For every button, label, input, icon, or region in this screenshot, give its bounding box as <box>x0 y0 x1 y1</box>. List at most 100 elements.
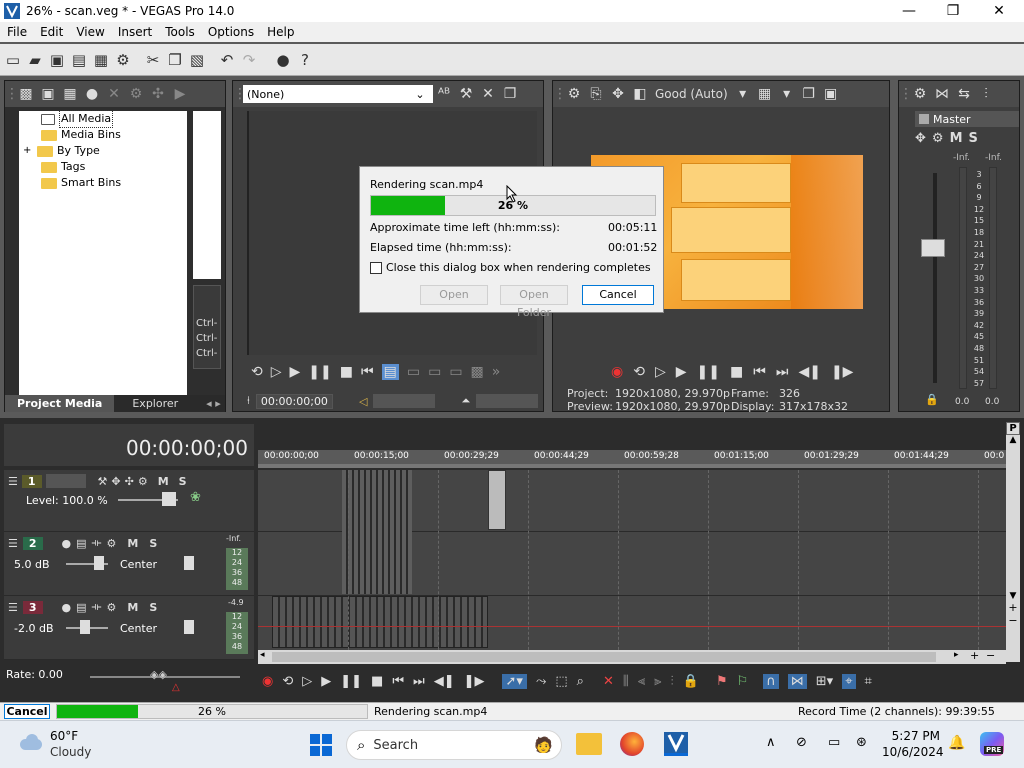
track-1-gear-icon[interactable]: ⚙ <box>138 475 148 488</box>
master-gear-icon[interactable]: ⚙ <box>932 131 944 146</box>
firefox-icon[interactable] <box>620 732 644 756</box>
new-icon[interactable]: ▭ <box>4 51 22 69</box>
panel-arrow-icon[interactable]: ▶ <box>169 86 191 102</box>
track-2-arm-icon[interactable]: ● <box>62 537 72 550</box>
track-3-pan-handle[interactable] <box>184 620 194 634</box>
plugin-icon[interactable]: ● <box>274 51 292 69</box>
track-2-pan-icon[interactable]: ⟛ <box>92 536 102 550</box>
preview-loop-icon[interactable]: ⟲ <box>633 364 645 380</box>
track-3-menu-icon[interactable]: ☰ <box>8 601 18 614</box>
tl-loop-icon[interactable]: ⟲ <box>282 674 293 689</box>
expand-icon[interactable]: + <box>23 143 37 159</box>
timeline-vscroll[interactable]: P ▲ ▼ + − <box>1006 422 1020 662</box>
track-3-arm-icon[interactable]: ● <box>62 601 72 614</box>
external-monitor-icon[interactable]: ⎘ <box>585 86 607 102</box>
lock-icon[interactable]: 🔒 <box>683 674 699 689</box>
trim-start-icon[interactable]: ⫷ <box>638 674 645 689</box>
properties-gear-icon[interactable]: ⚙ <box>114 51 132 69</box>
web-icon[interactable]: ● <box>81 86 103 102</box>
master-mute-button[interactable]: M <box>950 131 963 146</box>
track-2-pan-handle[interactable] <box>184 556 194 570</box>
preview-play-start-icon[interactable]: ▷ <box>655 364 666 380</box>
track-1-lane[interactable] <box>258 470 1006 532</box>
file-explorer-icon[interactable] <box>576 733 602 755</box>
tl-stop-icon[interactable]: ■ <box>371 674 383 689</box>
hscroll-right-icon[interactable]: ▸ <box>954 650 959 660</box>
track-2-solo-button[interactable]: S <box>149 537 157 550</box>
close-on-complete-checkbox[interactable] <box>370 261 382 274</box>
close-button[interactable]: ✕ <box>976 0 1022 22</box>
timeline-hscroll[interactable]: ◂ ▸ + − <box>258 649 1006 664</box>
split-screen-icon[interactable]: ✥ <box>607 86 629 102</box>
taskbar-search[interactable]: ⌕ Search 🧑 <box>346 730 562 760</box>
preview-play-icon[interactable]: ▶ <box>676 364 687 380</box>
region-icon[interactable]: ⚐ <box>737 674 749 689</box>
envelope-tool-icon[interactable]: ⤳ <box>536 674 546 689</box>
vscroll-up-icon[interactable]: ▲ <box>1006 435 1020 445</box>
loop-icon[interactable]: ⟲ <box>251 364 263 380</box>
menu-options[interactable]: Options <box>201 22 260 39</box>
track-2-menu-icon[interactable]: ☰ <box>8 537 18 550</box>
trimmer-timecode[interactable]: 00:00:00;00 <box>255 393 333 409</box>
open-icon[interactable]: ▰ <box>26 51 44 69</box>
menu-insert[interactable]: Insert <box>111 22 158 39</box>
copy-icon[interactable]: ❐ <box>166 51 184 69</box>
open-folder-button[interactable]: Open Folder <box>500 285 568 319</box>
preview-pause-icon[interactable]: ❚❚ <box>697 364 720 380</box>
marker-icon[interactable]: ⚑ <box>716 674 728 689</box>
track-3-mute-button[interactable]: M <box>127 601 138 614</box>
video-clip-2[interactable] <box>488 470 506 530</box>
double-chevron-icon[interactable]: » <box>492 364 501 380</box>
tl-play-icon[interactable]: ▶ <box>321 674 331 689</box>
track-3-pan-icon[interactable]: ⟛ <box>92 600 102 614</box>
track-3-volume-handle[interactable] <box>80 620 90 634</box>
snapping-icon[interactable]: ∩ <box>763 673 779 689</box>
zoom-out-h-icon[interactable]: − <box>986 649 995 662</box>
spell-icon[interactable]: ᴬᴮ <box>433 86 455 102</box>
go-start-icon[interactable]: ⏮ <box>361 364 374 380</box>
trim-mode-icon[interactable]: ▤ <box>381 364 399 380</box>
save-icon[interactable]: ▣ <box>48 51 66 69</box>
display-icon[interactable]: ▭ <box>828 735 840 750</box>
grid-icon[interactable]: ▦ <box>754 86 776 102</box>
minimize-button[interactable]: — <box>886 0 932 22</box>
tree-item-tags[interactable]: Tags <box>19 159 187 175</box>
master-fader-handle[interactable] <box>921 239 945 257</box>
zoom-out-v-icon[interactable]: − <box>1006 614 1020 627</box>
mixer-faders-icon[interactable]: ⫶ <box>975 86 997 102</box>
track-3-fx-icon[interactable]: ▤ <box>76 601 86 614</box>
track-2-lane[interactable] <box>258 532 1006 596</box>
trimmer-dropdown[interactable]: (None) ⌄ <box>243 85 433 103</box>
tl-record-icon[interactable]: ◉ <box>262 674 273 689</box>
selection-tool-icon[interactable]: ⬚ <box>555 674 567 689</box>
menu-tools[interactable]: Tools <box>158 22 201 39</box>
tree-item-by-type[interactable]: + By Type <box>19 143 187 159</box>
capture-icon[interactable]: ▣ <box>37 86 59 102</box>
weather-temp[interactable]: 60°F <box>50 729 78 743</box>
tab-explorer[interactable]: Explorer <box>114 395 196 412</box>
windows-start-icon[interactable] <box>309 733 333 757</box>
media-gear-icon[interactable]: ⚙ <box>125 86 147 102</box>
delete-icon[interactable]: ✕ <box>603 674 614 689</box>
preview-go-end-icon[interactable]: ⏭ <box>776 364 789 380</box>
menu-view[interactable]: View <box>69 22 110 39</box>
preview-stop-icon[interactable]: ■ <box>730 364 743 380</box>
marker-p-button[interactable]: P <box>1006 422 1020 435</box>
render-cancel-button[interactable]: Cancel <box>582 285 654 305</box>
get-media-icon[interactable]: ▦ <box>59 86 81 102</box>
auto-crossfade-icon[interactable]: ⋈ <box>787 673 807 689</box>
rate-handle-icon[interactable]: ◈◈ <box>150 668 167 681</box>
master-insert-fx-icon[interactable]: ✥ <box>915 131 926 146</box>
weather-cloud-icon[interactable] <box>18 733 44 751</box>
paste-icon[interactable]: ▧ <box>188 51 206 69</box>
lock-envelopes-icon[interactable]: ⌖ <box>842 673 856 689</box>
notification-bell-icon[interactable]: 🔔 <box>948 735 965 751</box>
menu-help[interactable]: Help <box>260 22 300 39</box>
track-1-fx-icon[interactable]: ⚒ <box>98 475 108 488</box>
network-icon[interactable]: ⊘ <box>796 735 807 750</box>
trim-end-icon[interactable]: ⫸ <box>654 674 661 689</box>
track-3-solo-button[interactable]: S <box>149 601 157 614</box>
tl-play-start-icon[interactable]: ▷ <box>302 674 312 689</box>
grid-chevron-icon[interactable]: ▾ <box>776 86 798 102</box>
menu-edit[interactable]: Edit <box>33 22 69 39</box>
